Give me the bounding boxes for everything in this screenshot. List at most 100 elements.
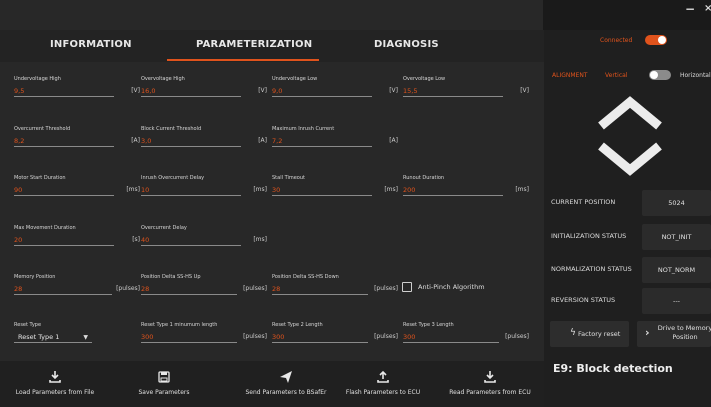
- field-value[interactable]: 15,5: [403, 87, 417, 95]
- factory-reset-button[interactable]: ϟ Factory reset: [550, 321, 629, 347]
- flash-parameters-button[interactable]: Flash Parameters to ECU: [338, 361, 428, 407]
- field-underline: [272, 294, 368, 295]
- load-parameters-button[interactable]: Load Parameters from File: [0, 361, 110, 407]
- position-delta-up-field[interactable]: Position Delta SS-HS Up 28 [pulses]: [141, 274, 267, 306]
- field-label: Runout Duration: [403, 175, 445, 181]
- read-parameters-button[interactable]: Read Parameters from ECU: [438, 361, 542, 407]
- reset-type-selected[interactable]: Reset Type 1: [18, 333, 59, 341]
- maximum-inrush-current-field[interactable]: Maximum Inrush Current 7,2 [A]: [272, 126, 398, 158]
- overcurrent-delay-field[interactable]: Overcurrent Delay 40 [ms]: [141, 225, 267, 257]
- connection-toggle[interactable]: [645, 35, 667, 45]
- field-underline: [141, 245, 241, 246]
- connection-status-label: Connected: [600, 37, 633, 44]
- field-value[interactable]: 30: [272, 186, 280, 194]
- field-underline: [403, 195, 503, 196]
- inrush-overcurrent-delay-field[interactable]: Inrush Overcurrent Delay 10 [ms]: [141, 175, 267, 207]
- position-delta-down-field[interactable]: Position Delta SS-HS Down 28 [pulses]: [272, 274, 398, 306]
- alignment-label: ALIGNMENT: [552, 72, 588, 79]
- reset-type2-length-field[interactable]: Reset Type 2 Length 300 [pulses]: [272, 322, 398, 354]
- field-label: Memory Position: [14, 274, 56, 280]
- chevron-right-icon: ›: [645, 326, 650, 339]
- field-label: Overcurrent Delay: [141, 225, 187, 231]
- overvoltage-high-field[interactable]: Overvoltage High 16,0 [V]: [141, 76, 267, 108]
- motor-start-duration-field[interactable]: Motor Start Duration 90 [ms]: [14, 175, 140, 207]
- field-value[interactable]: 300: [141, 333, 153, 341]
- move-down-chevron-icon[interactable]: [597, 142, 663, 176]
- field-unit: [ms]: [515, 186, 529, 193]
- field-label: Overvoltage Low: [403, 76, 446, 82]
- undervoltage-low-field[interactable]: Undervoltage Low 9,0 [V]: [272, 76, 398, 108]
- reset-type1-min-length-field[interactable]: Reset Type 1 minumum length 300 [pulses]: [141, 322, 267, 354]
- reset-type3-length-field[interactable]: Reset Type 3 Length 300 [pulses]: [403, 322, 529, 354]
- initialization-status-row: INITIALIZATION STATUS NOT_INIT: [544, 222, 711, 252]
- field-unit: [pulses]: [243, 333, 267, 340]
- checkbox-box[interactable]: [402, 282, 412, 292]
- send-parameters-button[interactable]: Send Parameters to BSafEr: [226, 361, 346, 407]
- field-value[interactable]: 28: [14, 285, 22, 293]
- field-underline: [141, 195, 241, 196]
- field-value[interactable]: 16,0: [141, 87, 155, 95]
- download-icon: [484, 371, 496, 383]
- memory-position-field[interactable]: Memory Position 28 [pulses]: [14, 274, 140, 306]
- drive-to-memory-button[interactable]: › Drive to Memory Position: [637, 321, 711, 347]
- tab-diagnosis[interactable]: DIAGNOSIS: [374, 39, 439, 50]
- alignment-row: ALIGNMENT Vertical: [552, 72, 627, 79]
- field-value[interactable]: 300: [403, 333, 415, 341]
- field-underline: [14, 146, 114, 147]
- field-value[interactable]: 9,5: [14, 87, 24, 95]
- max-movement-duration-field[interactable]: Max Movement Duration 20 [s]: [14, 225, 140, 257]
- tab-bar: INFORMATION PARAMETERIZATION DIAGNOSIS: [0, 30, 544, 62]
- active-tab-indicator: [167, 59, 319, 61]
- overvoltage-low-field[interactable]: Overvoltage Low 15,5 [V]: [403, 76, 529, 108]
- floppy-disk-icon: [158, 371, 170, 383]
- anti-pinch-checkbox[interactable]: Anti-Pinch Algorithm: [402, 282, 532, 294]
- toolbar-label: Flash Parameters to ECU: [345, 389, 421, 396]
- field-unit: [ms]: [253, 236, 267, 243]
- save-parameters-button[interactable]: Save Parameters: [118, 361, 210, 407]
- field-value[interactable]: 9,0: [272, 87, 282, 95]
- field-label: Overcurrent Threshold: [14, 126, 71, 132]
- field-unit: [s]: [132, 236, 140, 243]
- field-value[interactable]: 90: [14, 186, 22, 194]
- undervoltage-high-field[interactable]: Undervoltage High 9,5 [V]: [14, 76, 140, 108]
- field-label: Reset Type 2 Length: [272, 322, 323, 328]
- field-value[interactable]: 10: [141, 186, 149, 194]
- field-unit: [V]: [520, 87, 529, 94]
- tab-parameterization[interactable]: PARAMETERIZATION: [196, 39, 312, 50]
- field-value[interactable]: 28: [272, 285, 280, 293]
- field-label: Block Current Threshold: [141, 126, 202, 132]
- overcurrent-threshold-field[interactable]: Overcurrent Threshold 8,2 [A]: [14, 126, 140, 158]
- field-label: Max Movement Duration: [14, 225, 76, 231]
- caret-down-icon[interactable]: ▼: [83, 334, 88, 341]
- block-current-threshold-field[interactable]: Block Current Threshold 3,0 [A]: [141, 126, 267, 158]
- factory-reset-label: Factory reset: [578, 330, 621, 338]
- move-up-chevron-icon[interactable]: [597, 96, 663, 130]
- toolbar-label: Save Parameters: [138, 389, 190, 396]
- field-unit: [pulses]: [505, 333, 529, 340]
- status-label: INITIALIZATION STATUS: [551, 232, 627, 240]
- paper-plane-icon: [280, 371, 292, 383]
- runout-duration-field[interactable]: Runout Duration 200 [ms]: [403, 175, 529, 207]
- field-underline: [141, 294, 237, 295]
- drive-to-memory-label: Drive to Memory Position: [657, 324, 711, 341]
- field-underline: [14, 294, 112, 295]
- field-value[interactable]: 8,2: [14, 137, 24, 145]
- field-unit: [pulses]: [374, 333, 398, 340]
- anti-pinch-label: Anti-Pinch Algorithm: [418, 283, 485, 291]
- field-value[interactable]: 200: [403, 186, 415, 194]
- field-value[interactable]: 28: [141, 285, 149, 293]
- tab-information[interactable]: INFORMATION: [50, 39, 132, 50]
- app-window: INFORMATION PARAMETERIZATION DIAGNOSIS U…: [0, 0, 711, 407]
- close-button[interactable]: ×: [704, 3, 711, 14]
- alignment-toggle[interactable]: [649, 70, 671, 80]
- field-value[interactable]: 7,2: [272, 137, 282, 145]
- field-value[interactable]: 300: [272, 333, 284, 341]
- reset-type-dropdown[interactable]: Reset Type Reset Type 1 ▼: [14, 322, 92, 348]
- field-value[interactable]: 3,0: [141, 137, 151, 145]
- stall-timeout-field[interactable]: Stall Timeout 30 [ms]: [272, 175, 398, 207]
- minimize-button[interactable]: −: [685, 2, 695, 16]
- status-label: REVERSION STATUS: [551, 296, 616, 304]
- field-unit: [A]: [131, 137, 140, 144]
- field-value[interactable]: 40: [141, 236, 149, 244]
- field-value[interactable]: 20: [14, 236, 22, 244]
